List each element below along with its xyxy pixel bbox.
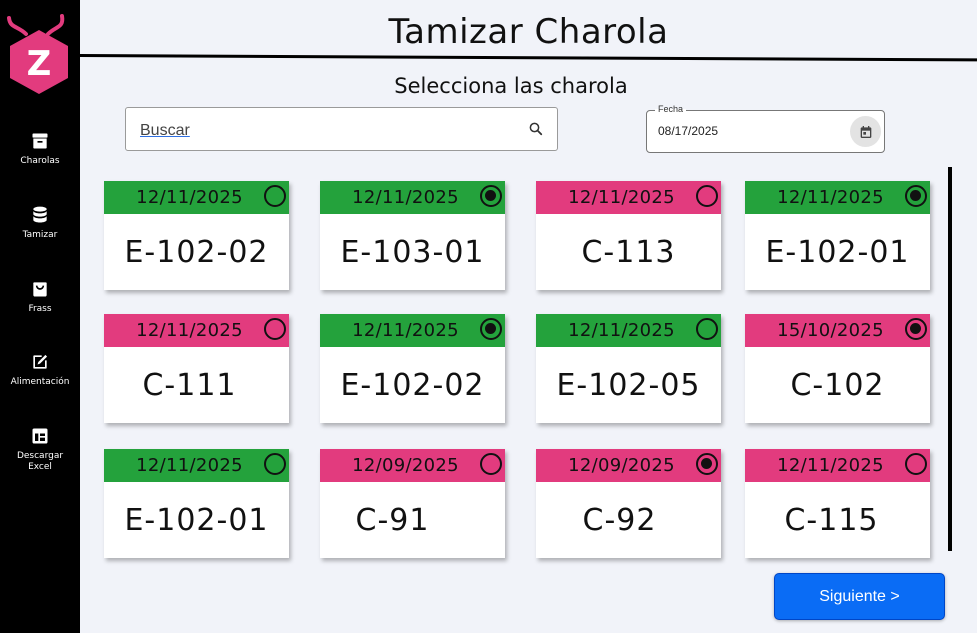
tray-card[interactable]: 12/11/2025 E-103-01 <box>320 181 505 290</box>
card-code: C-92 <box>582 502 657 538</box>
edit-icon <box>33 354 48 369</box>
tray-card[interactable]: 12/09/2025 C-91 <box>320 449 505 558</box>
card-radio[interactable] <box>905 318 927 340</box>
card-date: 12/11/2025 <box>777 187 884 208</box>
sidebar-item-charolas[interactable]: Charolas <box>0 131 80 167</box>
card-header: 15/10/2025 <box>745 314 930 347</box>
tray-card[interactable]: 12/09/2025 C-92 <box>536 449 721 558</box>
page-subtitle: Selecciona las charola <box>394 74 628 98</box>
card-radio[interactable] <box>480 318 502 340</box>
search-box[interactable] <box>125 107 558 151</box>
card-header: 12/09/2025 <box>320 449 505 482</box>
tray-card[interactable]: 12/11/2025 E-102-05 <box>536 314 721 423</box>
card-header: 12/11/2025 <box>104 181 289 214</box>
app-logo: Z <box>7 14 68 94</box>
tray-card[interactable]: 12/11/2025 E-102-02 <box>104 181 289 290</box>
scrollbar[interactable] <box>948 167 952 551</box>
sidebar-item-label: Alimentación <box>10 377 70 387</box>
card-header: 12/09/2025 <box>536 449 721 482</box>
card-code: C-111 <box>142 367 237 403</box>
sidebar-item-frass[interactable]: Frass <box>0 279 80 315</box>
tray-card[interactable]: 15/10/2025 C-102 <box>745 314 930 423</box>
card-radio[interactable] <box>696 185 718 207</box>
card-date: 12/11/2025 <box>136 320 243 341</box>
card-date: 12/09/2025 <box>352 455 459 476</box>
card-radio[interactable] <box>264 318 286 340</box>
card-header: 12/11/2025 <box>104 314 289 347</box>
card-date: 12/11/2025 <box>568 320 675 341</box>
card-radio[interactable] <box>264 185 286 207</box>
card-radio[interactable] <box>905 185 927 207</box>
card-date: 12/11/2025 <box>352 187 459 208</box>
sidebar-item-descargar-excel[interactable]: Descargar Excel <box>0 426 80 473</box>
card-code: C-91 <box>355 502 430 538</box>
search-icon[interactable] <box>527 120 545 138</box>
card-code: C-115 <box>784 502 879 538</box>
card-date: 12/11/2025 <box>352 320 459 341</box>
card-code: C-102 <box>790 367 885 403</box>
card-code: C-113 <box>581 234 676 270</box>
sidebar-item-label: Tamizar <box>22 230 58 240</box>
sidebar-item-label: Charolas <box>20 156 60 166</box>
card-radio[interactable] <box>696 318 718 340</box>
calendar-icon <box>860 125 871 138</box>
card-code: E-102-02 <box>124 234 269 270</box>
sidebar-item-tamizar[interactable]: Tamizar <box>0 205 80 241</box>
bag-icon <box>33 282 47 297</box>
tray-card[interactable]: 12/11/2025 E-102-01 <box>745 181 930 290</box>
card-code: E-102-05 <box>556 367 701 403</box>
tray-card[interactable]: 12/11/2025 E-102-02 <box>320 314 505 423</box>
tray-card[interactable]: 12/11/2025 E-102-01 <box>104 449 289 558</box>
card-date: 12/11/2025 <box>136 187 243 208</box>
card-header: 12/11/2025 <box>320 314 505 347</box>
date-field-label: Fecha <box>655 104 687 114</box>
sidebar-item-alimentacion[interactable]: Alimentación <box>0 352 80 388</box>
card-code: E-102-01 <box>765 234 910 270</box>
archive-icon <box>32 133 48 149</box>
card-radio[interactable] <box>264 453 286 475</box>
card-date: 12/11/2025 <box>568 187 675 208</box>
card-radio[interactable] <box>480 185 502 207</box>
tray-card[interactable]: 12/11/2025 C-111 <box>104 314 289 423</box>
card-radio[interactable] <box>696 453 718 475</box>
date-field-value[interactable]: 08/17/2025 <box>658 124 718 138</box>
search-input[interactable] <box>140 120 510 142</box>
card-date: 12/11/2025 <box>777 455 884 476</box>
card-header: 12/11/2025 <box>320 181 505 214</box>
calendar-button[interactable] <box>850 116 881 147</box>
sidebar-item-label: Frass <box>28 304 52 314</box>
card-code: E-102-01 <box>124 502 269 538</box>
date-field[interactable]: Fecha 08/17/2025 <box>646 104 885 153</box>
title-divider <box>79 54 977 62</box>
sidebar-item-label: Descargar Excel <box>16 451 64 472</box>
card-radio[interactable] <box>905 453 927 475</box>
card-date: 12/09/2025 <box>568 455 675 476</box>
tray-card[interactable]: 12/11/2025 C-115 <box>745 449 930 558</box>
card-header: 12/11/2025 <box>104 449 289 482</box>
tray-card[interactable]: 12/11/2025 C-113 <box>536 181 721 290</box>
sidebar: Z Charolas Tamizar Frass Alimentación De… <box>0 0 80 633</box>
card-header: 12/11/2025 <box>536 181 721 214</box>
card-header: 12/11/2025 <box>745 449 930 482</box>
card-code: E-103-01 <box>340 234 485 270</box>
table-icon <box>32 428 48 444</box>
card-date: 15/10/2025 <box>777 320 884 341</box>
next-button[interactable]: Siguiente > <box>774 573 945 620</box>
page-title: Tamizar Charola <box>388 12 669 52</box>
card-header: 12/11/2025 <box>536 314 721 347</box>
card-date: 12/11/2025 <box>136 455 243 476</box>
card-header: 12/11/2025 <box>745 181 930 214</box>
database-icon <box>33 206 47 223</box>
card-radio[interactable] <box>480 453 502 475</box>
logo-letter: Z <box>27 44 52 84</box>
card-code: E-102-02 <box>340 367 485 403</box>
